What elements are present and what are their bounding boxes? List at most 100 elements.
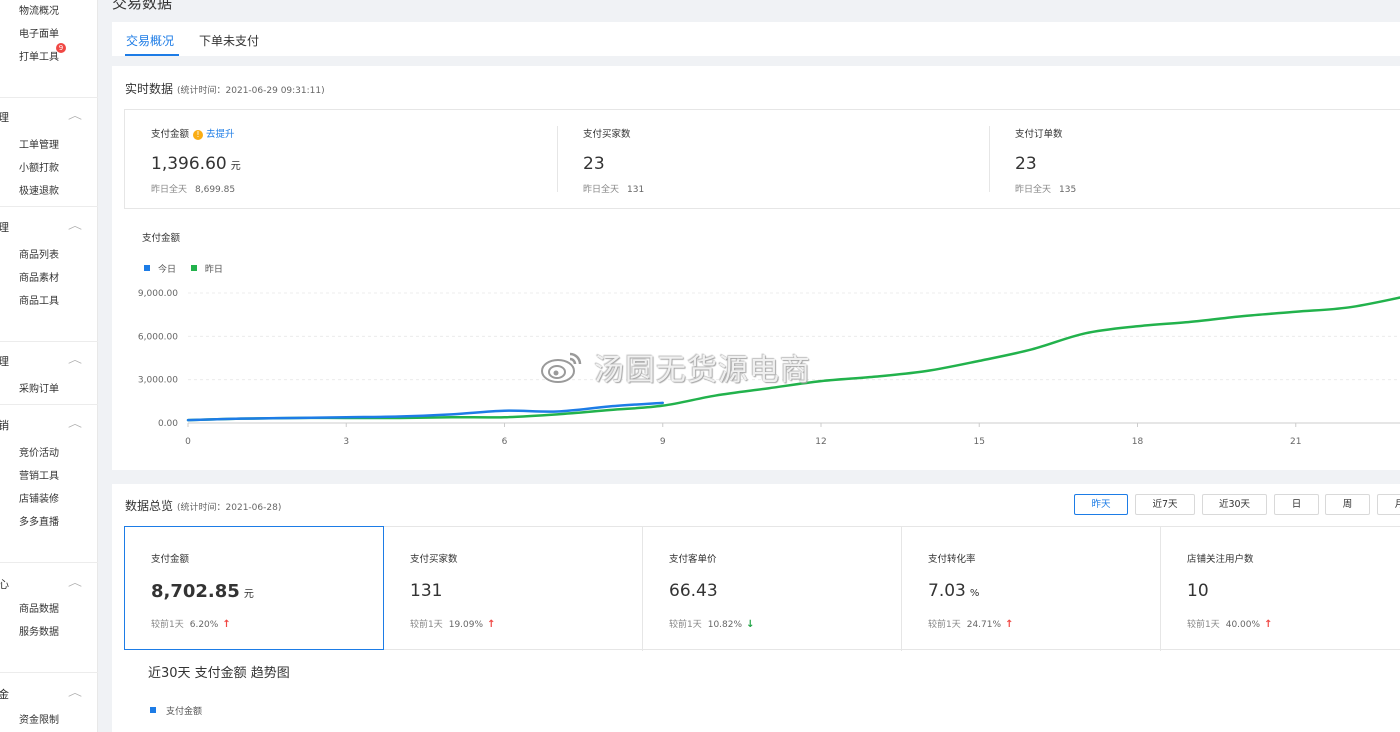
arrow-up-icon: ↑ — [1005, 619, 1014, 630]
compare-label: 较前1天 — [151, 620, 184, 630]
sidebar-divider — [0, 672, 98, 673]
metric-value: 10 — [1187, 581, 1209, 601]
sidebar-group-title: 理 — [0, 221, 9, 234]
sidebar-group-title: 心 — [0, 578, 9, 591]
sidebar-item-live-stream[interactable]: 多多直播 — [19, 513, 59, 528]
chevron-up-icon: ︿ — [68, 578, 82, 589]
x-tick-label: 3 — [343, 437, 349, 447]
chevron-up-icon: ︿ — [68, 355, 82, 366]
sidebar-group-title: 金 — [0, 688, 9, 701]
watermark-text: 汤圆无货源电商 — [594, 353, 811, 388]
period-button-7days[interactable]: 近7天 — [1135, 494, 1195, 515]
chevron-up-icon: ︿ — [68, 221, 82, 232]
metric-value: 8,702.85 — [151, 581, 240, 602]
overview-metric-conversion-rate[interactable]: 支付转化率 7.03% 较前1天 24.71% ↑ — [902, 527, 1161, 651]
sidebar-item-store-decoration[interactable]: 店铺装修 — [19, 490, 59, 505]
metric-value-row: 7.03% — [928, 581, 979, 601]
sidebar-group-title: 理 — [0, 355, 9, 368]
trend-chart-title: 近30天 支付金额 趋势图 — [148, 666, 290, 681]
sidebar-item-product-data[interactable]: 商品数据 — [19, 600, 59, 615]
sidebar-divider — [0, 562, 98, 563]
overview-metric-paying-buyers[interactable]: 支付买家数 131 较前1天 19.09% ↑ — [384, 527, 643, 651]
x-tick-label: 12 — [815, 437, 826, 447]
metric-value-row: 8,702.85 元 — [151, 581, 254, 602]
sidebar-group-header[interactable]: 理 ︿ — [0, 109, 98, 124]
y-tick-label: 6,000.00 — [138, 332, 178, 342]
chevron-up-icon: ︿ — [68, 419, 82, 430]
x-tick-label: 18 — [1132, 437, 1144, 447]
period-button-month[interactable]: 月 — [1377, 494, 1400, 515]
compare-value: 24.71% — [966, 620, 1002, 630]
y-tick-label: 3,000.00 — [138, 376, 178, 386]
active-tab-indicator — [125, 54, 179, 56]
period-button-week[interactable]: 周 — [1325, 494, 1370, 515]
sidebar-item-logistics-overview[interactable]: 物流概况 — [19, 2, 59, 17]
arrow-down-icon: ↓ — [746, 619, 755, 630]
page-title: 交易数据 — [112, 0, 173, 12]
legend-swatch — [150, 707, 156, 713]
chevron-up-icon: ︿ — [68, 111, 82, 122]
sidebar-group-header[interactable]: 销 ︿ — [0, 417, 98, 432]
watermark: 汤圆无货源电商 — [540, 345, 811, 389]
x-tick-label: 6 — [502, 437, 508, 447]
sidebar-item-ticket-management[interactable]: 工单管理 — [19, 136, 59, 151]
sidebar-item-product-list[interactable]: 商品列表 — [19, 246, 59, 261]
overview-subtitle: (统计时间：2021-06-28) — [177, 503, 282, 513]
metric-unit: % — [969, 588, 980, 599]
sidebar-divider — [0, 206, 98, 207]
metric-label: 支付转化率 — [928, 554, 976, 565]
sidebar-item-service-data[interactable]: 服务数据 — [19, 623, 59, 638]
sidebar-item-fast-refund[interactable]: 极速退款 — [19, 182, 59, 197]
metric-value: 66.43 — [669, 581, 718, 601]
sidebar-group-title: 销 — [0, 419, 9, 432]
metric-compare: 较前1天 19.09% ↑ — [410, 617, 495, 630]
trend-legend[interactable]: 支付金额 — [150, 704, 202, 717]
sidebar: 物流概况 电子面单 打单工具 9 理 ︿ 工单管理 小额打款 极速退款 理 ︿ … — [0, 0, 98, 732]
x-tick-label: 21 — [1290, 437, 1301, 447]
sidebar-group-header[interactable]: 理 ︿ — [0, 219, 98, 234]
arrow-up-icon: ↑ — [487, 619, 496, 630]
sidebar-item-bidding[interactable]: 竞价活动 — [19, 444, 59, 459]
overview-title: 数据总览 — [125, 499, 174, 513]
sidebar-item-product-tools[interactable]: 商品工具 — [19, 292, 59, 307]
compare-value: 6.20% — [189, 620, 219, 630]
sidebar-item-product-material[interactable]: 商品素材 — [19, 269, 59, 284]
tab-unpaid-orders[interactable]: 下单未支付 — [199, 32, 259, 49]
sidebar-item-print-tool[interactable]: 打单工具 — [19, 48, 59, 63]
metric-label: 支付金额 — [151, 554, 190, 565]
overview-title-row: 数据总览 (统计时间：2021-06-28) — [125, 497, 281, 514]
x-tick-label: 9 — [660, 437, 666, 447]
sidebar-item-e-waybill[interactable]: 电子面单 — [19, 25, 59, 40]
metric-value: 131 — [410, 581, 443, 601]
period-button-day[interactable]: 日 — [1274, 494, 1319, 515]
compare-value: 19.09% — [448, 620, 484, 630]
compare-label: 较前1天 — [410, 620, 443, 630]
sidebar-group-header[interactable]: 理 ︿ — [0, 353, 98, 368]
overview-metrics: 支付金额 8,702.85 元 较前1天 6.20% ↑ 支付买家数 131 较前1天… — [124, 526, 1400, 651]
sidebar-item-purchase-order[interactable]: 采购订单 — [19, 380, 59, 395]
x-tick-label: 15 — [974, 437, 985, 447]
weibo-logo-icon — [541, 352, 582, 383]
metric-compare: 较前1天 10.82% ↓ — [669, 617, 754, 630]
overview-metric-payment-amount[interactable]: 支付金额 8,702.85 元 较前1天 6.20% ↑ — [124, 526, 384, 650]
metric-compare: 较前1天 6.20% ↑ — [151, 617, 231, 630]
notification-badge: 9 — [56, 43, 66, 53]
period-button-30days[interactable]: 近30天 — [1202, 494, 1267, 515]
sidebar-group-header[interactable]: 心 ︿ — [0, 576, 98, 591]
sidebar-group-header[interactable]: 金 ︿ — [0, 686, 98, 701]
realtime-line-chart[interactable]: 0.00 3,000.00 6,000.00 9,000.00 0 3 6 9 12 15 18 21 — [112, 66, 1400, 470]
overview-metric-avg-order-value[interactable]: 支付客单价 66.43 较前1天 10.82% ↓ — [643, 527, 902, 651]
period-button-yesterday[interactable]: 昨天 — [1074, 494, 1128, 515]
metric-label: 店铺关注用户数 — [1187, 554, 1254, 565]
tab-trade-overview[interactable]: 交易概况 — [126, 32, 174, 49]
chevron-up-icon: ︿ — [68, 688, 82, 699]
sidebar-item-marketing-tools[interactable]: 营销工具 — [19, 467, 59, 482]
arrow-up-icon: ↑ — [222, 619, 231, 630]
metric-compare: 较前1天 24.71% ↑ — [928, 617, 1013, 630]
compare-label: 较前1天 — [669, 620, 702, 630]
overview-metric-store-followers[interactable]: 店铺关注用户数 10 较前1天 40.00% ↑ — [1161, 527, 1400, 651]
sidebar-item-fund-limit[interactable]: 资金限制 — [19, 711, 59, 726]
y-tick-label: 9,000.00 — [138, 289, 178, 299]
sidebar-item-small-payment[interactable]: 小额打款 — [19, 159, 59, 174]
compare-value: 10.82% — [707, 620, 743, 630]
